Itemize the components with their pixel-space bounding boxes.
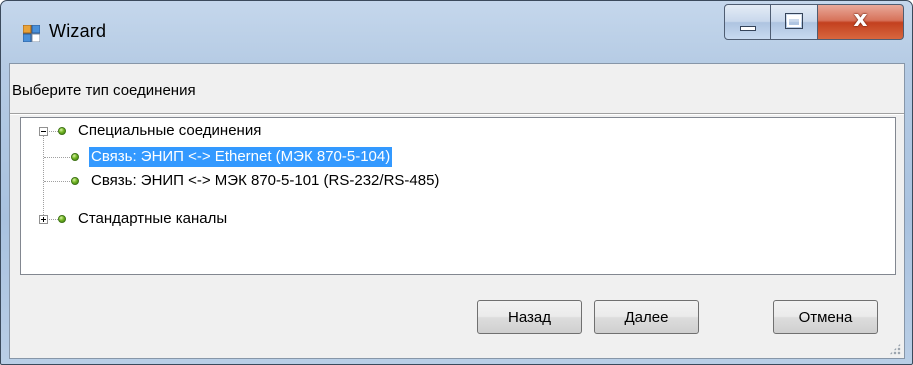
tree-connector — [47, 219, 58, 220]
resize-grip-icon[interactable] — [889, 343, 901, 355]
maximize-icon — [785, 13, 803, 29]
tree-connector — [44, 181, 70, 182]
next-button[interactable]: Далее — [594, 300, 699, 334]
node-status-icon — [71, 153, 79, 161]
tree-connector — [43, 136, 44, 219]
connection-type-tree[interactable]: Специальные соединения Связь: ЭНИП <-> E… — [20, 117, 896, 275]
prompt-label: Выберите тип соединения — [12, 82, 196, 99]
node-status-icon — [71, 177, 79, 185]
window-title: Wizard — [49, 21, 107, 41]
node-status-icon — [58, 127, 66, 135]
wizard-window: Wizard x Выберите тип соединения Специал… — [0, 0, 913, 365]
node-status-icon — [58, 215, 66, 223]
maximize-button[interactable] — [771, 4, 818, 40]
wizard-client-area: Выберите тип соединения Специальные соед… — [9, 63, 905, 359]
title-bar[interactable]: Wizard x — [1, 1, 912, 63]
minimize-button[interactable] — [724, 4, 771, 40]
tree-node-enip-iec101[interactable]: Связь: ЭНИП <-> МЭК 870-5-101 (RS-232/RS… — [89, 171, 441, 191]
wizard-app-icon — [23, 25, 40, 42]
close-icon: x — [853, 7, 868, 32]
close-button[interactable]: x — [818, 4, 904, 40]
tree-connector — [44, 157, 70, 158]
tree-connector — [47, 131, 58, 132]
tree-node-standard-channels[interactable]: Стандартные каналы — [76, 209, 229, 229]
collapse-toggle-icon[interactable] — [39, 127, 48, 136]
cancel-button[interactable]: Отмена — [773, 300, 878, 334]
header-separator — [10, 113, 904, 115]
caption-buttons: x — [724, 4, 904, 42]
expand-toggle-icon[interactable] — [39, 215, 48, 224]
back-button[interactable]: Назад — [477, 300, 582, 334]
tree-node-enip-ethernet[interactable]: Связь: ЭНИП <-> Ethernet (МЭК 870-5-104) — [89, 147, 393, 167]
minimize-icon — [740, 26, 756, 31]
tree-node-special-connections[interactable]: Специальные соединения — [76, 121, 263, 141]
